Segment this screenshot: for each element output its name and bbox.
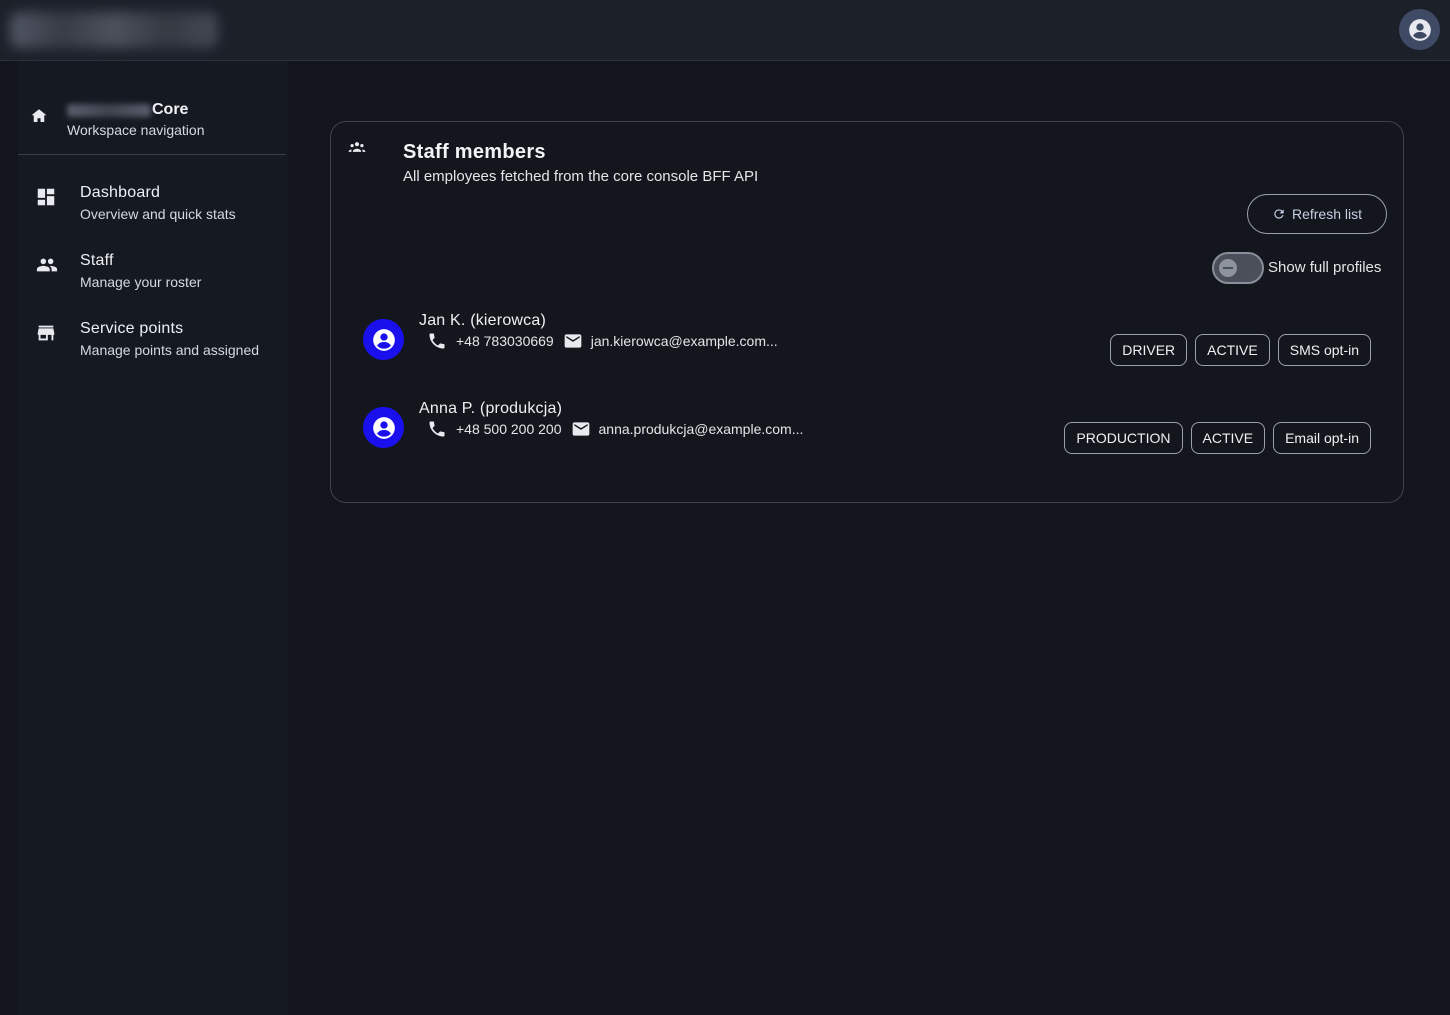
- show-full-profiles-toggle[interactable]: [1212, 252, 1264, 284]
- account-circle-icon: [1408, 18, 1431, 41]
- account-button[interactable]: [1399, 9, 1440, 50]
- sidebar-divider: [18, 154, 286, 155]
- group-icon: [348, 142, 366, 152]
- sidebar-item-service-points[interactable]: Service points Manage points and assigne…: [18, 320, 288, 380]
- sidebar: Core Workspace navigation Dashboard Over…: [18, 61, 288, 1015]
- sidebar-item-staff[interactable]: Staff Manage your roster: [18, 252, 288, 312]
- app-logo: [10, 12, 218, 48]
- toggle-thumb: [1219, 259, 1237, 277]
- sidebar-item-sub: Manage points and assigned: [80, 342, 260, 358]
- opt-in-tag: SMS opt-in: [1277, 334, 1371, 366]
- top-app-bar: [0, 0, 1450, 61]
- phone-icon: [427, 331, 447, 351]
- opt-in-tag: Email opt-in: [1273, 422, 1371, 454]
- employee-tags: PRODUCTION ACTIVE Email opt-in: [1064, 422, 1371, 454]
- refresh-icon: [1274, 209, 1284, 219]
- email-icon: [563, 331, 583, 351]
- avatar: [363, 407, 404, 448]
- role-tag: PRODUCTION: [1064, 422, 1183, 454]
- list-item[interactable]: Jan K. (kierowca) +48 783030669 jan.kier…: [331, 312, 1403, 379]
- workspace-name-redacted: [67, 103, 151, 117]
- phone-icon: [427, 419, 447, 439]
- sidebar-item-label: Dashboard: [80, 184, 161, 201]
- employee-email: jan.kierowca@example.com: [590, 333, 766, 349]
- staff-card: Staff members All employees fetched from…: [330, 121, 1404, 503]
- employee-name: Jan K. (kierowca): [419, 312, 546, 329]
- employee-phone: +48 500 200 200: [456, 421, 562, 437]
- account-circle-icon: [372, 416, 395, 439]
- avatar: [363, 319, 404, 360]
- email-icon: [571, 419, 591, 439]
- card-title: Staff members: [403, 141, 546, 163]
- ellipsis: ...: [766, 333, 778, 349]
- employee-tags: DRIVER ACTIVE SMS opt-in: [1110, 334, 1371, 366]
- sidebar-item-sub: Manage your roster: [80, 274, 202, 290]
- sidebar-item-dashboard[interactable]: Dashboard Overview and quick stats: [18, 184, 288, 244]
- sidebar-item-sub: Overview and quick stats: [80, 206, 236, 222]
- refresh-list-label: Refresh list: [1291, 206, 1363, 222]
- employee-contact: +48 783030669 jan.kierowca@example.com..…: [427, 331, 778, 351]
- employee-name: Anna P. (produkcja): [419, 400, 563, 417]
- workspace-title-suffix: Core: [152, 101, 189, 118]
- employee-contact: +48 500 200 200 anna.produkcja@example.c…: [427, 419, 803, 439]
- refresh-list-button[interactable]: Refresh list: [1247, 194, 1387, 234]
- home-icon: [31, 109, 47, 122]
- sidebar-header: Core Workspace navigation: [18, 91, 288, 155]
- show-full-profiles-label: Show full profiles: [1268, 259, 1382, 276]
- workspace-subtitle: Workspace navigation: [67, 122, 205, 138]
- employee-email: anna.produkcja@example.com: [598, 421, 792, 437]
- workspace-title: Core: [67, 101, 188, 119]
- status-tag: ACTIVE: [1195, 334, 1270, 366]
- dashboard-icon: [37, 188, 55, 206]
- sidebar-item-label: Staff: [80, 252, 114, 269]
- card-subtitle: All employees fetched from the core cons…: [403, 168, 759, 185]
- role-tag: DRIVER: [1110, 334, 1188, 366]
- sidebar-item-label: Service points: [80, 320, 184, 337]
- employee-phone: +48 783030669: [456, 333, 554, 349]
- people-icon: [36, 258, 58, 272]
- list-item[interactable]: Anna P. (produkcja) +48 500 200 200 anna…: [331, 400, 1403, 467]
- storefront-icon: [37, 325, 55, 341]
- account-circle-icon: [372, 328, 395, 351]
- status-tag: ACTIVE: [1190, 422, 1266, 454]
- ellipsis: ...: [791, 421, 804, 437]
